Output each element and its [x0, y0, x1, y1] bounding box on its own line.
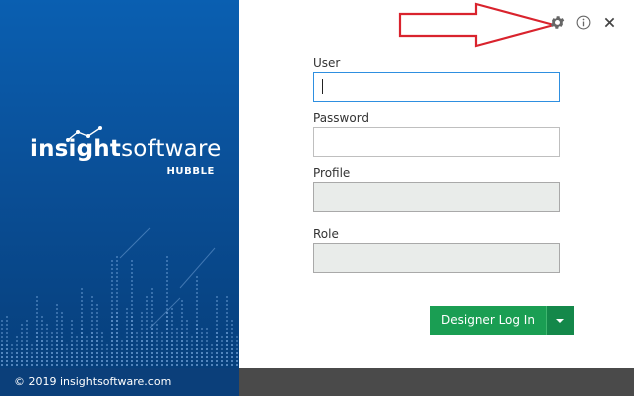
settings-button[interactable] — [548, 13, 566, 31]
brand-logo: insightsoftware HUBBLE — [30, 126, 221, 186]
login-button-group: Designer Log In — [430, 306, 574, 335]
info-button[interactable] — [574, 13, 592, 31]
profile-label: Profile — [313, 166, 351, 180]
role-field[interactable] — [313, 243, 560, 273]
gear-icon — [550, 15, 564, 29]
brand-wordmark: insightsoftware — [30, 136, 221, 162]
close-button[interactable] — [600, 13, 618, 31]
profile-field[interactable] — [313, 182, 560, 212]
product-name: HUBBLE — [166, 166, 215, 177]
password-input[interactable] — [313, 127, 560, 157]
brand-panel: insightsoftware HUBBLE © 2019 insightsof… — [0, 0, 239, 396]
user-input[interactable] — [313, 72, 560, 102]
designer-login-button[interactable]: Designer Log In — [430, 306, 546, 335]
wordmark-light: software — [121, 136, 222, 162]
login-form: User Password Profile Role — [313, 55, 561, 273]
info-icon — [576, 15, 590, 29]
login-dropdown-button[interactable] — [545, 306, 574, 335]
password-label: Password — [313, 111, 370, 125]
annotation-arrow-icon — [398, 2, 558, 48]
wordmark-bold: insight — [30, 136, 122, 162]
equalizer-graphic — [1, 227, 238, 366]
text-cursor — [322, 79, 323, 94]
window-controls — [548, 12, 618, 32]
user-label: User — [313, 56, 341, 70]
copyright-text: © 2019 insightsoftware.com — [0, 368, 239, 396]
bottom-bar — [239, 368, 634, 396]
role-label: Role — [313, 227, 339, 241]
caret-down-icon — [556, 318, 565, 323]
close-icon — [604, 17, 614, 27]
